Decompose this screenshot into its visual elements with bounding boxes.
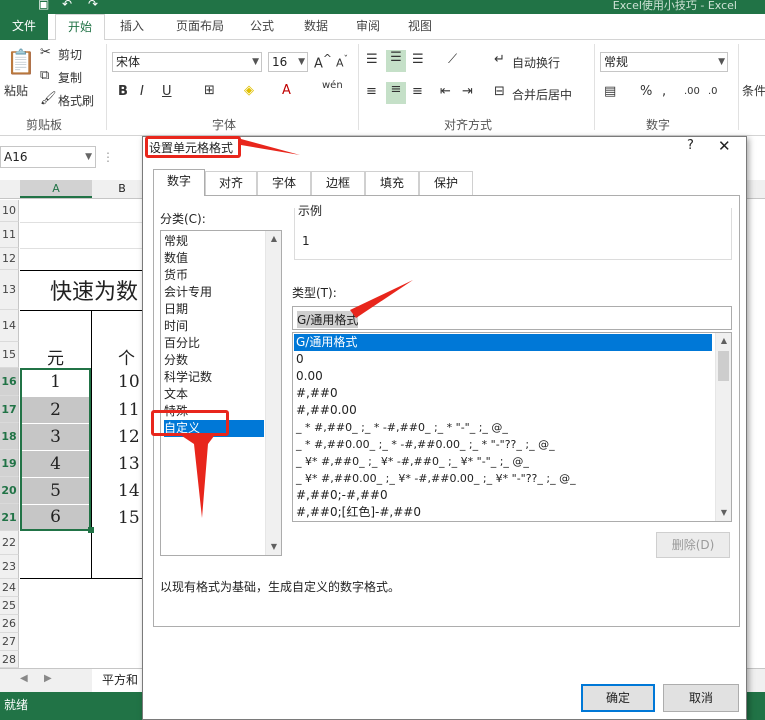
annotation-arrows [182,139,413,518]
arrow-to-custom [182,436,214,518]
arrow-to-type [350,280,413,318]
arrow-to-title [241,139,300,155]
tab-number[interactable]: 数字 [153,169,205,196]
